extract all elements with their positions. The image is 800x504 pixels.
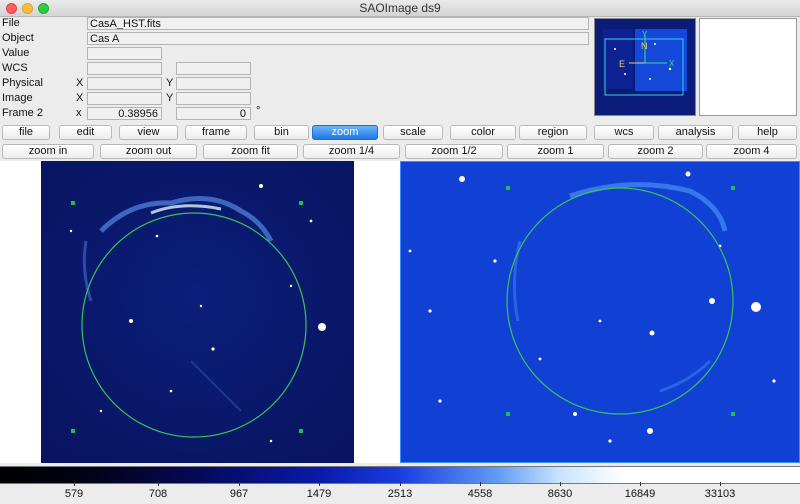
menu-view-button[interactable]: view	[119, 125, 178, 140]
menu-frame-button[interactable]: frame	[185, 125, 247, 140]
zoom-4-button[interactable]: zoom 4	[706, 144, 797, 159]
menu-file-button[interactable]: file	[2, 125, 50, 140]
region-marker[interactable]	[731, 412, 735, 416]
panner[interactable]: N E Y X	[594, 18, 696, 116]
menu-scale-button[interactable]: scale	[383, 125, 443, 140]
region-marker[interactable]	[299, 201, 303, 205]
colorbar-tick	[158, 482, 159, 486]
region-marker[interactable]	[71, 201, 75, 205]
zoom-2-button[interactable]: zoom 2	[608, 144, 703, 159]
zoom-half-button[interactable]: zoom 1/2	[405, 144, 503, 159]
image-label: Image	[2, 92, 33, 104]
menu-help-button[interactable]: help	[738, 125, 797, 140]
colorbar-tick-label: 1479	[306, 488, 332, 500]
image-y-label: Y	[166, 92, 174, 104]
menu-zoom-button[interactable]: zoom	[312, 125, 378, 140]
frame-x-label: x	[76, 107, 82, 119]
colorbar-tick	[560, 482, 561, 486]
menu-color-button[interactable]: color	[450, 125, 516, 140]
physical-y-field	[176, 77, 251, 90]
physical-x-field	[87, 77, 162, 90]
frame-1[interactable]	[41, 161, 354, 463]
region-marker[interactable]	[506, 186, 510, 190]
magnifier	[699, 18, 797, 116]
angle-value-field: 0	[176, 107, 251, 120]
value-field	[87, 47, 162, 60]
zoom-1-button[interactable]: zoom 1	[507, 144, 604, 159]
colorbar-tick	[400, 482, 401, 486]
zoom-quarter-button[interactable]: zoom 1/4	[303, 144, 400, 159]
north-label: N	[641, 41, 648, 51]
object-label: Object	[2, 32, 34, 44]
menu-wcs-button[interactable]: wcs	[594, 125, 654, 140]
wcs-x-field	[87, 62, 162, 75]
zoom-in-button[interactable]: zoom in	[2, 144, 94, 159]
region-marker[interactable]	[299, 429, 303, 433]
title-bar: SAOImage ds9	[0, 0, 800, 17]
frame-2[interactable]	[400, 161, 800, 463]
menu-analysis-button[interactable]: analysis	[658, 125, 733, 140]
physical-label: Physical	[2, 77, 43, 89]
east-label: E	[619, 59, 625, 69]
panner-thumbnail: N E Y X	[595, 19, 695, 115]
colorbar-tick-label: 2513	[387, 488, 413, 500]
degree-symbol: °	[256, 105, 261, 117]
region-marker[interactable]	[71, 429, 75, 433]
frame-1-image	[41, 161, 354, 463]
wcs-label: WCS	[2, 62, 28, 74]
colorbar-tick-label: 4558	[467, 488, 493, 500]
image-display[interactable]	[0, 161, 800, 463]
region-marker[interactable]	[506, 412, 510, 416]
zoom-out-button[interactable]: zoom out	[100, 144, 197, 159]
colorbar-tick	[720, 482, 721, 486]
colorbar-tick	[480, 482, 481, 486]
image-x-field	[87, 92, 162, 105]
colorbar-tick	[239, 482, 240, 486]
zoom-fit-button[interactable]: zoom fit	[203, 144, 298, 159]
colorbar-tick	[640, 482, 641, 486]
region-marker[interactable]	[731, 186, 735, 190]
window-title: SAOImage ds9	[359, 1, 441, 15]
info-panel: File CasA_HST.fits Object Cas A Value WC…	[0, 16, 592, 122]
value-label: Value	[2, 47, 30, 59]
colorbar-tick-label: 8630	[547, 488, 573, 500]
object-field: Cas A	[87, 32, 589, 45]
file-field: CasA_HST.fits	[87, 17, 589, 30]
x-axis-label: X	[669, 59, 675, 68]
colorbar-tick	[74, 482, 75, 486]
colorbar-tick-label: 16849	[624, 488, 656, 500]
image-x-label: X	[76, 92, 84, 104]
colorbar-tick-label: 33103	[704, 488, 736, 500]
colorbar-tick	[319, 482, 320, 486]
image-y-field	[176, 92, 251, 105]
file-label: File	[2, 17, 20, 29]
menu-bin-button[interactable]: bin	[254, 125, 309, 140]
physical-y-label: Y	[166, 77, 174, 89]
y-axis-label: Y	[642, 30, 648, 39]
physical-x-label: X	[76, 77, 84, 89]
colorbar-tick-label: 967	[229, 488, 249, 500]
zoom-value-field: 0.38956	[87, 107, 162, 120]
frame-label: Frame 2	[2, 107, 43, 119]
colorbar-tick-label: 579	[64, 488, 84, 500]
wcs-y-field	[176, 62, 251, 75]
colorbar-tick-label: 708	[148, 488, 168, 500]
menu-edit-button[interactable]: edit	[59, 125, 112, 140]
frame-2-image	[400, 161, 800, 463]
menu-region-button[interactable]: region	[519, 125, 587, 140]
